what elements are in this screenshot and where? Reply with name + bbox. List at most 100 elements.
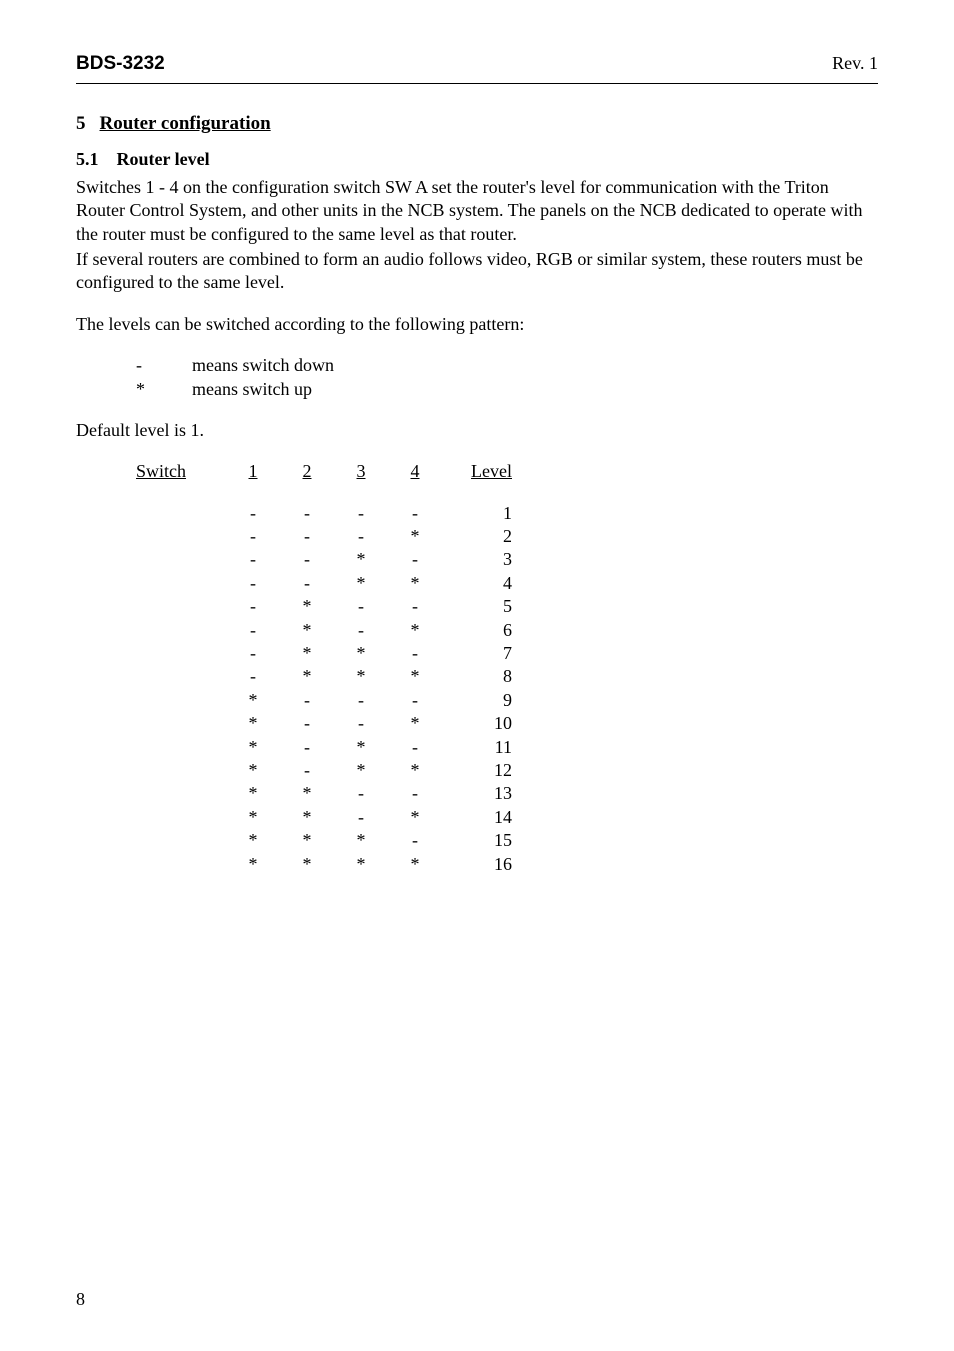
switch-cell: -: [388, 595, 442, 618]
level-cell: 6: [442, 619, 518, 642]
legend-up-symbol: *: [136, 378, 192, 401]
switch-cell: *: [226, 853, 280, 876]
switch-cell: -: [226, 525, 280, 548]
switch-cell: *: [226, 689, 280, 712]
switch-cell: -: [280, 759, 334, 782]
switch-cell: *: [226, 829, 280, 852]
level-cell: 1: [442, 502, 518, 525]
legend-up: *means switch up: [76, 378, 878, 401]
legend-up-text: means switch up: [192, 379, 312, 399]
legend-down-symbol: -: [136, 354, 192, 377]
row-label: [136, 595, 226, 618]
table-row: ----1: [136, 502, 518, 525]
switch-cell: -: [334, 502, 388, 525]
switch-level-table: Switch 1 2 3 4 Level ----1---*2--*-3--**…: [136, 460, 518, 876]
switch-cell: *: [280, 642, 334, 665]
switch-cell: *: [226, 806, 280, 829]
table-row: ****16: [136, 853, 518, 876]
level-cell: 13: [442, 782, 518, 805]
level-cell: 8: [442, 665, 518, 688]
col-2: 2: [280, 460, 334, 483]
col-3: 3: [334, 460, 388, 483]
switch-cell: -: [280, 548, 334, 571]
subsection-number: 5.1: [76, 148, 99, 171]
row-label: [136, 829, 226, 852]
switch-cell: -: [226, 642, 280, 665]
switch-cell: -: [226, 572, 280, 595]
switch-cell: *: [388, 853, 442, 876]
table-row: **--13: [136, 782, 518, 805]
level-cell: 16: [442, 853, 518, 876]
level-cell: 14: [442, 806, 518, 829]
default-level: Default level is 1.: [76, 419, 878, 442]
row-label: [136, 712, 226, 735]
switch-cell: -: [388, 736, 442, 759]
switch-cell: -: [388, 829, 442, 852]
row-label: [136, 572, 226, 595]
paragraph-1: Switches 1 - 4 on the configuration swit…: [76, 176, 878, 246]
switch-cell: -: [226, 548, 280, 571]
switch-cell: *: [334, 736, 388, 759]
switch-cell: -: [280, 525, 334, 548]
table-row: ---*2: [136, 525, 518, 548]
switch-cell: *: [334, 548, 388, 571]
switch-cell: -: [388, 689, 442, 712]
table-row: --*-3: [136, 548, 518, 571]
table-header-row: Switch 1 2 3 4 Level: [136, 460, 518, 483]
level-cell: 4: [442, 572, 518, 595]
switch-cell: *: [334, 829, 388, 852]
switch-cell: -: [334, 782, 388, 805]
row-label: [136, 853, 226, 876]
row-label: [136, 502, 226, 525]
page-number: 8: [76, 1288, 85, 1311]
header-right: Rev. 1: [832, 52, 878, 75]
switch-cell: -: [280, 689, 334, 712]
level-cell: 9: [442, 689, 518, 712]
row-label: [136, 619, 226, 642]
level-cell: 12: [442, 759, 518, 782]
page: BDS-3232 Rev. 1 5Router configuration 5.…: [0, 0, 954, 1351]
row-label: [136, 548, 226, 571]
switch-cell: -: [388, 502, 442, 525]
paragraph-3: The levels can be switched according to …: [76, 313, 878, 336]
switch-cell: *: [388, 572, 442, 595]
switch-cell: *: [280, 595, 334, 618]
row-label: [136, 736, 226, 759]
switch-cell: *: [334, 665, 388, 688]
section-title: 5Router configuration: [76, 112, 878, 137]
switch-cell: *: [388, 759, 442, 782]
switch-cell: -: [388, 548, 442, 571]
table-row: -*-*6: [136, 619, 518, 642]
level-cell: 7: [442, 642, 518, 665]
table-row: *---9: [136, 689, 518, 712]
table-row: -**-7: [136, 642, 518, 665]
col-1: 1: [226, 460, 280, 483]
switch-cell: *: [280, 829, 334, 852]
switch-cell: -: [334, 525, 388, 548]
table-row: ***-15: [136, 829, 518, 852]
switch-cell: *: [280, 782, 334, 805]
switch-cell: -: [334, 595, 388, 618]
row-label: [136, 759, 226, 782]
switch-cell: -: [388, 642, 442, 665]
switch-cell: *: [226, 759, 280, 782]
table-row: --**4: [136, 572, 518, 595]
row-label: [136, 689, 226, 712]
switch-cell: -: [280, 712, 334, 735]
section-number: 5: [76, 112, 86, 137]
page-header: BDS-3232 Rev. 1: [76, 52, 878, 77]
subsection-title: 5.1Router level: [76, 148, 878, 171]
level-cell: 2: [442, 525, 518, 548]
level-cell: 11: [442, 736, 518, 759]
table-row: *-**12: [136, 759, 518, 782]
switch-cell: -: [334, 806, 388, 829]
switch-cell: *: [226, 712, 280, 735]
switch-cell: *: [226, 782, 280, 805]
header-left: BDS-3232: [76, 52, 165, 77]
table-row: **-*14: [136, 806, 518, 829]
switch-cell: *: [334, 642, 388, 665]
switch-cell: *: [388, 806, 442, 829]
switch-cell: -: [280, 572, 334, 595]
switch-cell: -: [226, 619, 280, 642]
switch-cell: -: [226, 665, 280, 688]
